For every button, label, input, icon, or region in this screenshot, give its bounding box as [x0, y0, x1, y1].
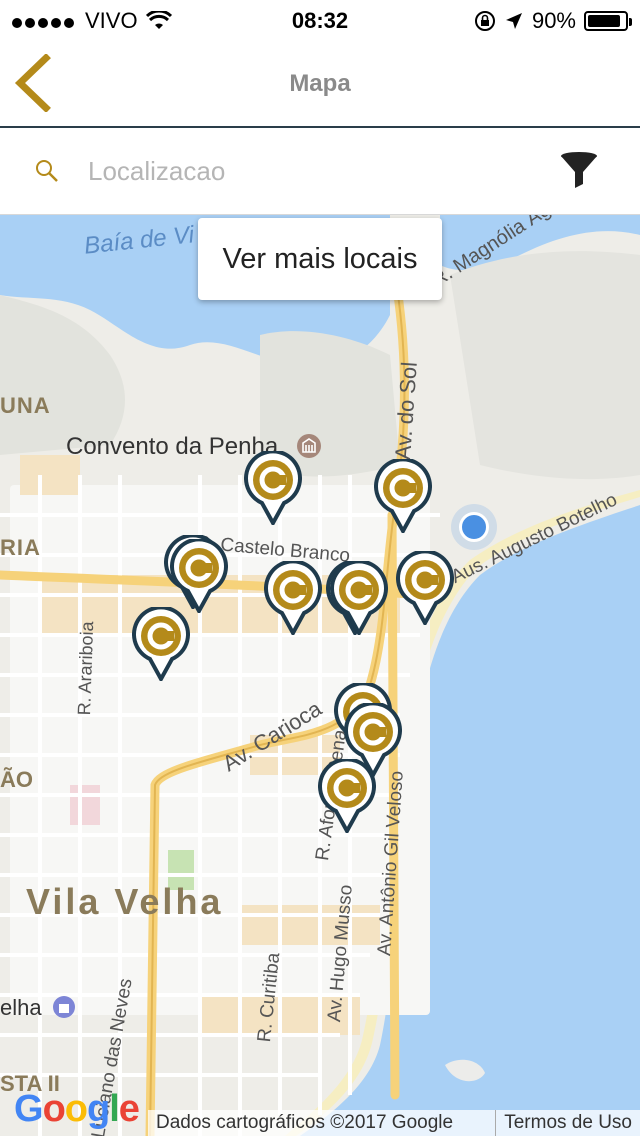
- map-label-district: UNA: [0, 393, 51, 418]
- search-bar: [0, 128, 640, 215]
- status-bar: VIVO 08:32 90%: [0, 0, 640, 40]
- map-label-district: ÃO: [0, 767, 33, 792]
- location-pin-icon[interactable]: [330, 561, 388, 635]
- google-logo: Google: [14, 1088, 140, 1130]
- battery-icon: [584, 11, 632, 31]
- location-pin-icon[interactable]: [132, 607, 190, 681]
- location-pin-icon[interactable]: [374, 459, 432, 533]
- location-pin-icon[interactable]: [264, 561, 322, 635]
- location-search-input[interactable]: [86, 148, 530, 194]
- status-right: 90%: [474, 8, 632, 34]
- page-title: Mapa: [289, 70, 351, 97]
- terms-link[interactable]: Termos de Uso: [495, 1110, 640, 1136]
- map-attribution: Dados cartográficos ©2017 Google Termos …: [148, 1110, 640, 1136]
- map-label-place: elha: [0, 995, 42, 1020]
- map-label-city: Vila Velha: [26, 881, 224, 922]
- map-label-street: R. Arariboia: [74, 621, 98, 716]
- location-pin-icon[interactable]: [170, 539, 228, 613]
- rotation-lock-icon: [474, 11, 495, 31]
- battery-percent: 90%: [531, 8, 576, 33]
- shopping-icon: [53, 996, 75, 1018]
- location-pin-icon[interactable]: [396, 551, 454, 625]
- search-icon: [36, 160, 58, 182]
- nav-bar: Mapa: [0, 40, 640, 128]
- see-more-locations-button[interactable]: Ver mais locais: [198, 218, 442, 300]
- battery-fill: [588, 15, 621, 27]
- current-location-dot: [459, 512, 489, 542]
- map-view[interactable]: Baía de Vi R. Magnólia Águiar UNA Conven…: [0, 215, 640, 1136]
- location-pin-icon[interactable]: [318, 759, 376, 833]
- location-arrow-icon: [505, 13, 522, 29]
- attribution-text: Dados cartográficos ©2017 Google: [156, 1112, 454, 1133]
- map-label-district: RIA: [0, 535, 41, 560]
- filter-button[interactable]: [558, 150, 600, 192]
- location-pin-icon[interactable]: [244, 451, 302, 525]
